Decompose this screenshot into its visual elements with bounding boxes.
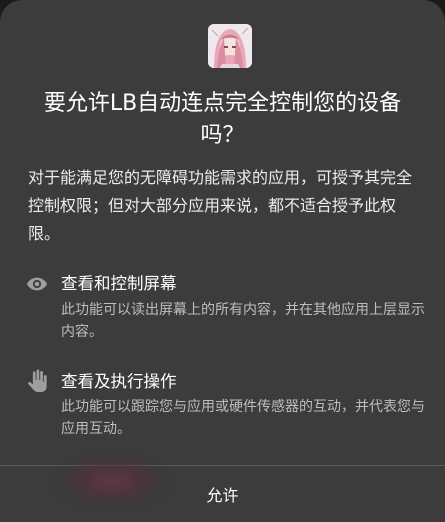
permission-title: 查看及执行操作 [61, 372, 177, 391]
permission-description: 此功能可以跟踪您与应用或硬件传感器的互动，并代表您与应用互动。 [61, 399, 425, 437]
permission-title: 查看和控制屏幕 [61, 274, 177, 293]
hand-icon [26, 369, 48, 392]
permission-description: 此功能可以读出屏幕上的所有内容，并在其他应用上层显示内容。 [61, 302, 425, 340]
dialog-description: 对于能满足您的无障碍功能需求的应用，可授予其完全控制权限；但对大部分应用来说，都… [28, 168, 413, 243]
permission-dialog: 要允许LB自动连点完全控制您的设备吗？ 对于能满足您的无障碍功能需求的应用，可授… [0, 0, 445, 522]
eye-icon [26, 273, 48, 295]
allow-button[interactable]: 允许 [0, 466, 445, 522]
dialog-title: 要允许LB自动连点完全控制您的设备吗？ [43, 91, 402, 148]
app-avatar-icon [208, 24, 252, 68]
